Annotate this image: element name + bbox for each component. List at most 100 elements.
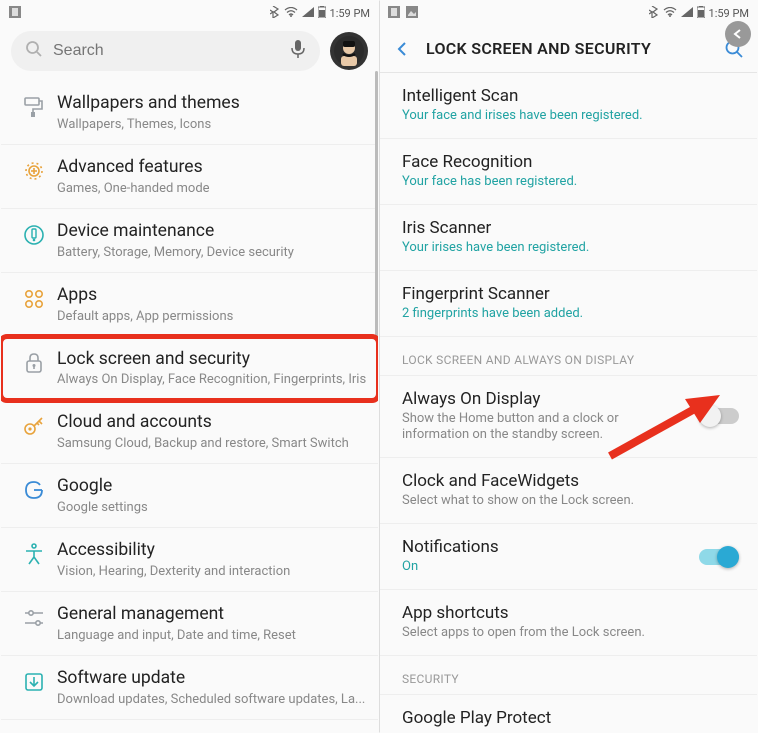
item-sub: Show the Home button and a clock or info… xyxy=(402,411,735,445)
back-button[interactable] xyxy=(388,40,416,58)
toggle-aod[interactable] xyxy=(699,405,739,427)
item-iris-scanner[interactable]: Iris Scanner Your irises have been regis… xyxy=(380,205,757,271)
item-google-play-protect[interactable]: Google Play Protect xyxy=(380,695,757,733)
item-title: Wallpapers and themes xyxy=(57,93,368,115)
status-time: 1:59 PM xyxy=(709,7,749,20)
item-software-update[interactable]: Software update Download updates, Schedul… xyxy=(1,656,378,720)
item-general-management[interactable]: General management Language and input, Da… xyxy=(1,592,378,656)
sliders-icon xyxy=(22,606,46,634)
item-title: App shortcuts xyxy=(402,603,735,623)
item-face-recognition[interactable]: Face Recognition Your face has been regi… xyxy=(380,139,757,205)
item-sub: Your face has been registered. xyxy=(402,174,735,191)
item-sub: Vision, Hearing, Dexterity and interacti… xyxy=(57,564,368,579)
item-apps[interactable]: Apps Default apps, App permissions xyxy=(1,273,378,337)
google-icon xyxy=(22,478,46,506)
item-title: Face Recognition xyxy=(402,152,735,172)
item-sub: Select apps to open from the Lock screen… xyxy=(402,625,735,642)
section-header: SECURITY xyxy=(380,656,757,695)
mic-icon[interactable] xyxy=(290,39,306,63)
item-help[interactable]: Help xyxy=(1,720,378,733)
bluetooth-icon xyxy=(649,6,659,21)
item-sub: Games, One-handed mode xyxy=(57,181,368,196)
item-sub: On xyxy=(402,559,735,576)
item-title: Device maintenance xyxy=(57,221,368,243)
item-sub: Your face and irises have been registere… xyxy=(402,108,735,125)
paint-roller-icon xyxy=(22,95,46,123)
lock-screen-security-screen: 1:59 PM LOCK SCREEN AND SECURITY Intelli… xyxy=(379,0,758,733)
item-notifications[interactable]: Notifications On xyxy=(380,524,757,590)
item-title: Always On Display xyxy=(402,389,735,409)
item-sub: Download updates, Scheduled software upd… xyxy=(57,692,368,707)
settings-screen: 1:59 PM Wallpapers and themes Wallpapers,… xyxy=(0,0,379,733)
item-app-shortcuts[interactable]: App shortcuts Select apps to open from t… xyxy=(380,590,757,656)
gear-plus-icon xyxy=(22,159,46,187)
item-fingerprint-scanner[interactable]: Fingerprint Scanner 2 fingerprints have … xyxy=(380,271,757,337)
avatar[interactable] xyxy=(330,32,368,70)
item-sub: Language and input, Date and time, Reset xyxy=(57,628,368,643)
item-title: Intelligent Scan xyxy=(402,86,735,106)
bluetooth-icon xyxy=(270,6,280,21)
settings-list: Wallpapers and themes Wallpapers, Themes,… xyxy=(1,77,378,733)
item-wallpapers-themes[interactable]: Wallpapers and themes Wallpapers, Themes,… xyxy=(1,81,378,145)
item-sub: Your irises have been registered. xyxy=(402,240,735,257)
item-sub: Select what to show on the Lock screen. xyxy=(402,493,735,510)
item-always-on-display[interactable]: Always On Display Show the Home button a… xyxy=(380,376,757,459)
item-title: Accessibility xyxy=(57,540,368,562)
nav-forward-icon[interactable] xyxy=(725,21,751,47)
battery-icon xyxy=(318,6,326,21)
app-badge-icon xyxy=(388,6,400,21)
app-badge-icon xyxy=(9,6,21,21)
item-title: Google Play Protect xyxy=(402,708,735,728)
item-title: Iris Scanner xyxy=(402,218,735,238)
item-title: Google xyxy=(57,476,368,498)
wifi-icon xyxy=(284,7,298,20)
status-time: 1:59 PM xyxy=(330,7,370,20)
section-header: LOCK SCREEN AND ALWAYS ON DISPLAY xyxy=(380,337,757,376)
item-title: General management xyxy=(57,604,368,626)
search-box[interactable] xyxy=(11,31,320,71)
item-sub: Samsung Cloud, Backup and restore, Smart… xyxy=(57,436,368,451)
gallery-badge-icon xyxy=(406,6,418,21)
accessibility-icon xyxy=(22,542,46,570)
signal-icon xyxy=(681,7,693,20)
page-title: LOCK SCREEN AND SECURITY xyxy=(426,39,709,58)
item-sub: Default apps, App permissions xyxy=(57,309,368,324)
lock-icon xyxy=(22,351,46,379)
battery-icon xyxy=(697,6,705,21)
apps-grid-icon xyxy=(22,287,46,315)
item-accessibility[interactable]: Accessibility Vision, Hearing, Dexterity … xyxy=(1,528,378,592)
item-title: Fingerprint Scanner xyxy=(402,284,735,304)
toggle-notifications[interactable] xyxy=(699,546,739,568)
security-list: Intelligent Scan Your face and irises ha… xyxy=(380,73,757,733)
item-advanced-features[interactable]: Advanced features Games, One-handed mode xyxy=(1,145,378,209)
wifi-icon xyxy=(663,7,677,20)
status-bar: 1:59 PM xyxy=(1,1,378,25)
item-title: Advanced features xyxy=(57,157,368,179)
item-sub: Google settings xyxy=(57,500,368,515)
device-maint-icon xyxy=(22,223,46,251)
item-sub: 2 fingerprints have been added. xyxy=(402,306,735,323)
item-title: Clock and FaceWidgets xyxy=(402,471,735,491)
search-row xyxy=(1,25,378,77)
item-title: Cloud and accounts xyxy=(57,412,368,434)
item-google[interactable]: Google Google settings xyxy=(1,464,378,528)
item-intelligent-scan[interactable]: Intelligent Scan Your face and irises ha… xyxy=(380,73,757,139)
status-bar: 1:59 PM xyxy=(380,1,757,25)
scroll-indicator[interactable] xyxy=(375,71,378,381)
item-title: Notifications xyxy=(402,537,735,557)
item-device-maintenance[interactable]: Device maintenanceBattery, Storage, Memo… xyxy=(1,209,378,273)
key-icon xyxy=(22,414,46,442)
search-icon xyxy=(25,40,43,62)
item-title: Lock screen and security xyxy=(57,349,368,371)
search-input[interactable] xyxy=(53,42,280,60)
signal-icon xyxy=(302,7,314,20)
item-clock-facewidgets[interactable]: Clock and FaceWidgets Select what to sho… xyxy=(380,458,757,524)
item-sub: Always On Display, Face Recognition, Fin… xyxy=(57,372,368,387)
header: LOCK SCREEN AND SECURITY xyxy=(380,25,757,73)
item-sub: Wallpapers, Themes, Icons xyxy=(57,117,368,132)
item-lock-screen-security[interactable]: Lock screen and securityAlways On Displa… xyxy=(1,337,378,401)
item-title: Apps xyxy=(57,285,368,307)
item-title: Software update xyxy=(57,668,368,690)
item-cloud-accounts[interactable]: Cloud and accounts Samsung Cloud, Backup … xyxy=(1,400,378,464)
download-icon xyxy=(22,670,46,698)
